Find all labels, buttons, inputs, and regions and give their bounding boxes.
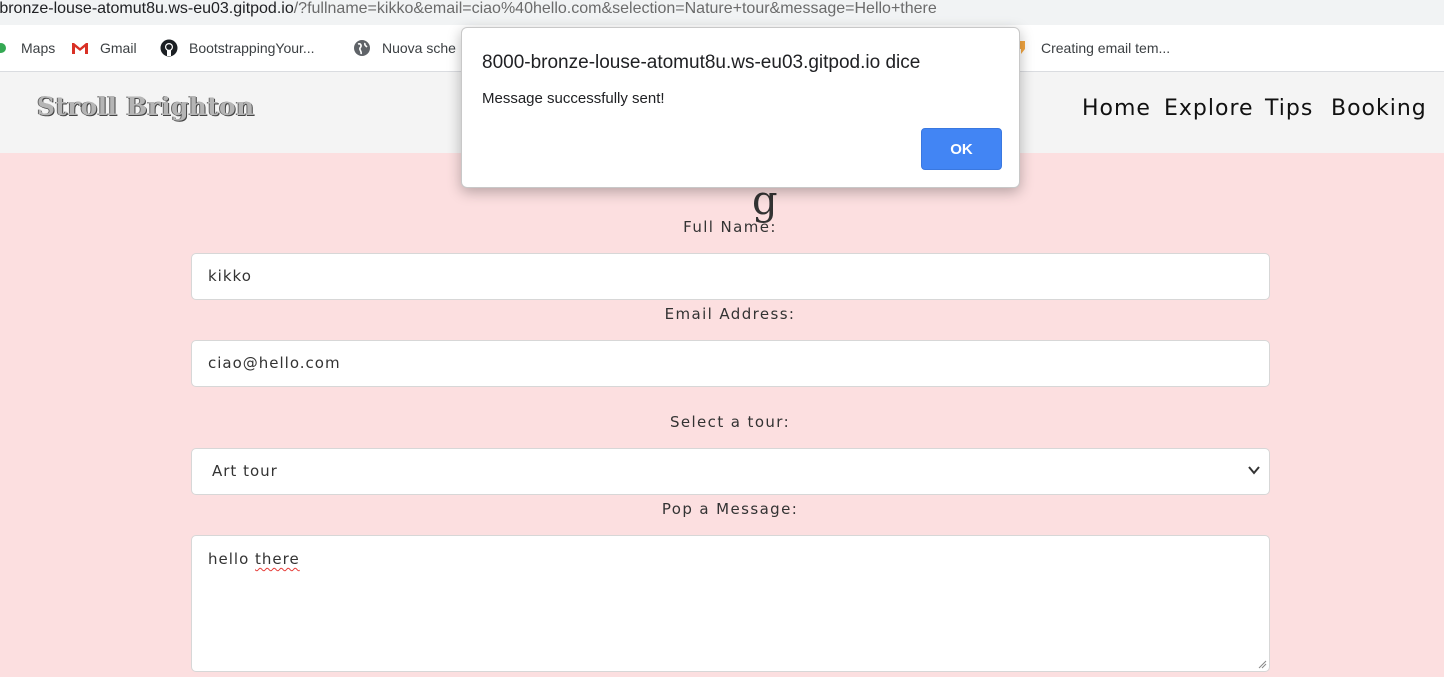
- message-word: hello: [208, 550, 250, 568]
- full-name-label: Full Name:: [683, 218, 777, 236]
- bookmark-bootstrapping[interactable]: BootstrappingYour...: [160, 25, 315, 71]
- dialog-message: Message successfully sent!: [482, 90, 665, 107]
- bookmark-gmail[interactable]: Gmail: [71, 25, 137, 71]
- full-name-field[interactable]: kikko: [191, 253, 1270, 300]
- misspelled-word: there: [255, 550, 300, 568]
- ok-button[interactable]: OK: [921, 128, 1002, 170]
- message-textarea[interactable]: hello there: [191, 535, 1270, 672]
- bookmark-creating-email[interactable]: Creating email tem...: [1012, 25, 1170, 71]
- globe-icon: [354, 40, 370, 56]
- bookmark-label: Creating email tem...: [1041, 40, 1171, 56]
- bookmark-label: Nuova sche: [382, 40, 456, 56]
- message-value: hello there: [208, 550, 300, 568]
- email-label: Email Address:: [664, 305, 796, 323]
- nav-booking[interactable]: Booking: [1331, 96, 1427, 121]
- bookmark-maps[interactable]: Maps: [0, 25, 55, 71]
- nav-home[interactable]: Home: [1082, 96, 1151, 121]
- site-brand[interactable]: Stroll Brighton: [37, 92, 255, 121]
- message-label: Pop a Message:: [661, 500, 799, 518]
- address-bar[interactable]: -bronze-louse-atomut8u.ws-eu03.gitpod.io…: [0, 0, 1444, 25]
- alert-dialog: 8000-bronze-louse-atomut8u.ws-eu03.gitpo…: [461, 27, 1020, 188]
- nav-tips[interactable]: Tips: [1265, 96, 1313, 121]
- url-host: -bronze-louse-atomut8u.ws-eu03.gitpod.io: [0, 0, 294, 17]
- full-name-value: kikko: [208, 267, 252, 285]
- github-icon: [160, 39, 178, 57]
- resize-handle-icon[interactable]: [1257, 659, 1267, 669]
- bookmark-nuova-scheda[interactable]: Nuova sche: [353, 25, 456, 71]
- bookmark-label: Maps: [21, 40, 56, 56]
- email-field[interactable]: ciao@hello.com: [191, 340, 1270, 387]
- tour-select-value: Art tour: [212, 462, 278, 480]
- gmail-icon: [72, 43, 88, 54]
- dialog-title: 8000-bronze-louse-atomut8u.ws-eu03.gitpo…: [482, 52, 921, 73]
- chevron-down-icon: [1248, 466, 1260, 475]
- tour-label: Select a tour:: [669, 413, 791, 431]
- url-query: /?fullname=kikko&email=ciao%40hello.com&…: [293, 0, 937, 17]
- url-text[interactable]: -bronze-louse-atomut8u.ws-eu03.gitpod.io…: [0, 0, 937, 18]
- tour-select[interactable]: Art tour: [191, 448, 1270, 495]
- email-value: ciao@hello.com: [208, 354, 341, 372]
- bookmark-label: Gmail: [100, 40, 137, 56]
- bookmark-label: BootstrappingYour...: [189, 40, 315, 56]
- nav-explore[interactable]: Explore: [1164, 96, 1254, 121]
- maps-icon: [0, 43, 6, 53]
